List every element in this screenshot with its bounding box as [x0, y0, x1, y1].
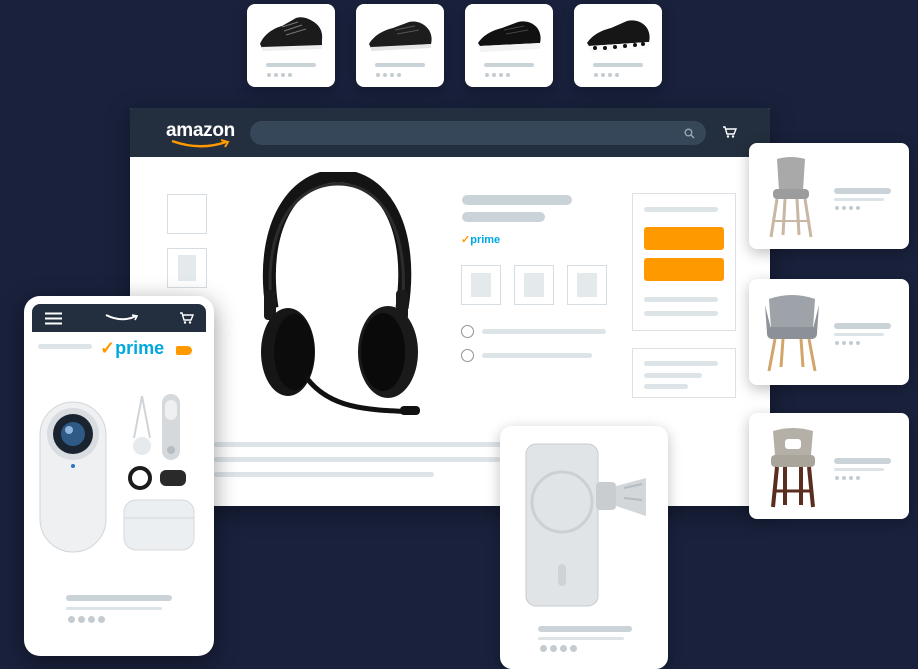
description-placeholder [214, 457, 500, 462]
rating-placeholder [540, 645, 577, 652]
magsafe-car-mount-image [525, 443, 646, 607]
rating-placeholder [485, 73, 510, 77]
add-to-cart-button[interactable] [644, 227, 724, 250]
headset-image [261, 172, 420, 415]
title-placeholder [484, 63, 534, 67]
info-placeholder [644, 384, 688, 389]
buy-now-button[interactable] [644, 258, 724, 281]
product-card-car-mount[interactable] [500, 426, 668, 669]
prime-tag [176, 346, 192, 355]
option-label-placeholder [482, 353, 592, 358]
option-radio[interactable] [461, 349, 474, 362]
buy-box [632, 193, 736, 331]
description-placeholder [214, 442, 514, 447]
amazon-smile-logo[interactable] [104, 314, 140, 322]
sneaker-image [587, 20, 650, 52]
info-placeholder [644, 361, 718, 366]
option-radio[interactable] [461, 325, 474, 338]
hamburger-icon[interactable] [45, 312, 62, 325]
accent-chair-image [765, 295, 819, 372]
subtitle-placeholder [834, 333, 884, 336]
product-title-placeholder [462, 195, 572, 205]
cart-icon[interactable] [722, 126, 737, 138]
prime-badge: ✓prime [100, 338, 165, 358]
product-thumbnail[interactable] [167, 248, 207, 288]
sneaker-image [260, 17, 323, 51]
option-label-placeholder [482, 329, 606, 334]
variant-option[interactable] [567, 265, 607, 305]
desktop-header: amazon [130, 108, 770, 157]
subtitle-placeholder [834, 198, 884, 201]
product-card-shoe-2[interactable] [356, 4, 444, 87]
product-card-shoe-3[interactable] [465, 4, 553, 87]
breadcrumb-placeholder [38, 344, 92, 349]
seller-placeholder [644, 311, 718, 316]
product-thumbnail[interactable] [167, 194, 207, 234]
product-card-shoe-4[interactable] [574, 4, 662, 87]
rating-placeholder [835, 476, 860, 480]
rating-placeholder [376, 73, 401, 77]
search-input[interactable] [250, 121, 706, 145]
title-placeholder [593, 63, 643, 67]
desktop-product-page: amazon ✓prime [130, 108, 770, 506]
cart-icon[interactable] [179, 312, 194, 324]
rating-placeholder [68, 616, 105, 623]
title-placeholder [375, 63, 425, 67]
sneaker-image [478, 21, 541, 52]
title-placeholder [66, 595, 172, 601]
rating-placeholder [267, 73, 292, 77]
amazon-smile-icon [171, 139, 230, 148]
rating-placeholder [835, 341, 860, 345]
rating-placeholder [835, 206, 860, 210]
title-placeholder [266, 63, 316, 67]
action-camera-kit-image [39, 394, 195, 553]
product-card-shoe-1[interactable] [247, 4, 335, 87]
mobile-product-page: ✓prime [24, 296, 214, 656]
rating-placeholder [594, 73, 619, 77]
search-icon[interactable] [684, 128, 695, 139]
variant-option[interactable] [514, 265, 554, 305]
price-placeholder [644, 207, 718, 212]
variant-option[interactable] [461, 265, 501, 305]
info-placeholder [644, 373, 702, 378]
title-placeholder [834, 323, 891, 329]
title-placeholder [834, 458, 891, 464]
product-card-chair-1[interactable] [749, 143, 909, 249]
mobile-header [32, 304, 206, 332]
sneaker-image [369, 21, 432, 51]
product-subtitle-placeholder [462, 212, 545, 222]
delivery-placeholder [644, 297, 718, 302]
product-card-chair-3[interactable] [749, 413, 909, 519]
subtitle-placeholder [834, 468, 884, 471]
product-card-chair-2[interactable] [749, 279, 909, 385]
bar-stool-image [769, 157, 813, 238]
prime-badge: ✓prime [461, 234, 501, 246]
subtitle-placeholder [538, 637, 624, 640]
title-placeholder [538, 626, 632, 632]
title-placeholder [834, 188, 891, 194]
secondary-box [632, 348, 736, 398]
description-placeholder [214, 472, 434, 477]
subtitle-placeholder [66, 607, 162, 610]
bar-stool-brown-image [771, 428, 815, 508]
